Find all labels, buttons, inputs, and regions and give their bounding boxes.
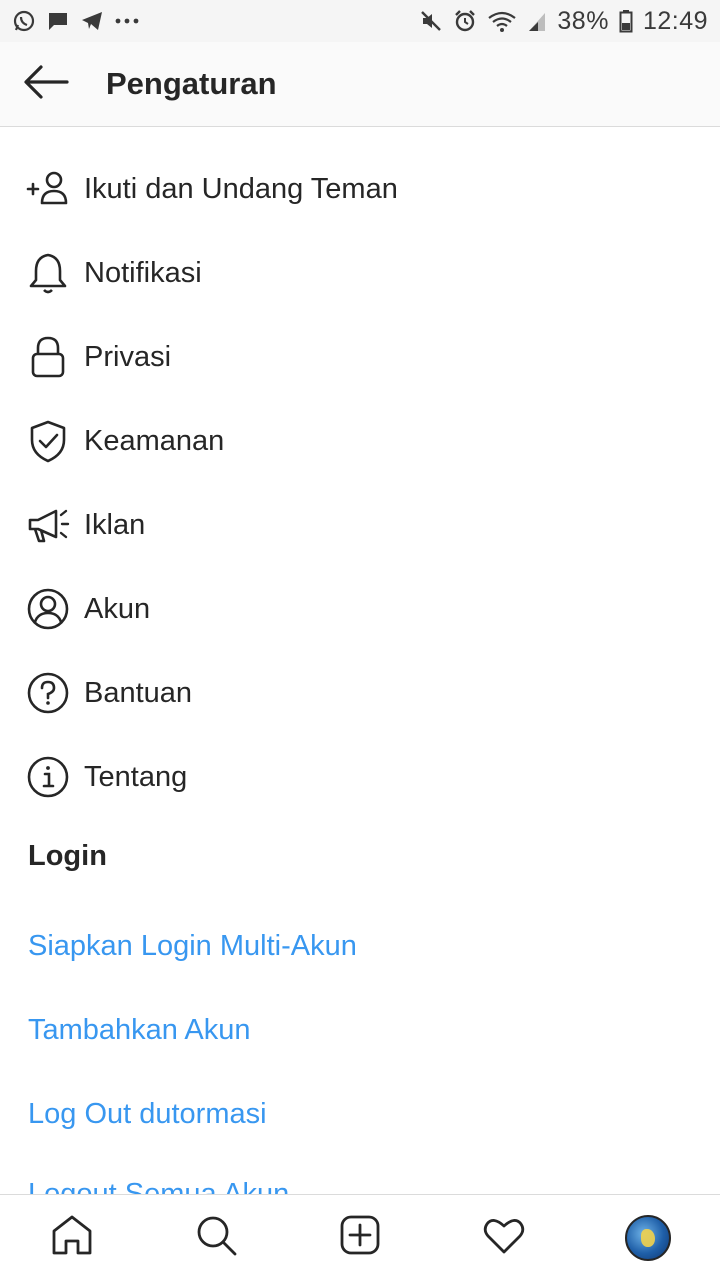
menu-item-notifications[interactable]: Notifikasi: [0, 231, 720, 315]
avatar: [625, 1214, 671, 1261]
help-circle-icon: [26, 671, 70, 715]
shield-check-icon: [26, 419, 70, 463]
menu-item-about[interactable]: Tentang: [0, 735, 720, 819]
status-left: [12, 9, 140, 33]
home-icon: [50, 1213, 94, 1262]
bell-icon: [26, 251, 70, 295]
signal-icon: [527, 9, 547, 33]
megaphone-icon: [26, 503, 70, 547]
whatsapp-icon: [12, 9, 36, 33]
logout-all-accounts-link[interactable]: Logout Semua Akun: [0, 1170, 720, 1195]
menu-item-label: Notifikasi: [84, 256, 202, 289]
account-circle-icon: [26, 587, 70, 631]
menu-item-label: Ikuti dan Undang Teman: [84, 172, 398, 205]
search-icon: [194, 1213, 238, 1262]
lock-icon: [26, 335, 70, 379]
menu-item-follow-invite[interactable]: Ikuti dan Undang Teman: [0, 147, 720, 231]
nav-profile-button[interactable]: [608, 1198, 688, 1278]
add-person-icon: [26, 167, 70, 211]
clock: 12:49: [642, 6, 708, 35]
battery-icon: [619, 9, 633, 33]
logout-current-account-link[interactable]: Log Out dutormasi: [0, 1072, 720, 1156]
menu-item-label: Akun: [84, 592, 151, 625]
menu-item-label: Bantuan: [84, 676, 193, 709]
nav-home-button[interactable]: [32, 1198, 112, 1278]
menu-item-label: Keamanan: [84, 424, 225, 457]
menu-item-ads[interactable]: Iklan: [0, 483, 720, 567]
setup-multi-account-login-link[interactable]: Siapkan Login Multi-Akun: [0, 904, 720, 988]
nav-activity-button[interactable]: [464, 1198, 544, 1278]
partial-item-clip: Logout Semua Akun: [0, 1170, 720, 1195]
login-section-title: Login: [28, 840, 107, 872]
mute-icon: [419, 9, 443, 33]
add-post-icon: [338, 1213, 382, 1262]
menu-item-privacy[interactable]: Privasi: [0, 315, 720, 399]
app-header: Pengaturan: [0, 42, 720, 127]
menu-item-label: Privasi: [84, 340, 172, 373]
battery-percent: 38%: [557, 6, 609, 35]
info-circle-icon: [26, 755, 70, 799]
more-notifications-icon: [114, 9, 140, 33]
menu-item-account[interactable]: Akun: [0, 567, 720, 651]
bottom-nav: [0, 1194, 720, 1280]
wifi-icon: [487, 9, 517, 33]
telegram-icon: [80, 9, 104, 33]
settings-menu: Ikuti dan Undang Teman Notifikasi Privas…: [0, 147, 720, 819]
menu-item-security[interactable]: Keamanan: [0, 399, 720, 483]
login-options: Siapkan Login Multi-Akun Tambahkan Akun …: [0, 904, 720, 1156]
menu-item-label: Iklan: [84, 508, 146, 541]
nav-new-post-button[interactable]: [320, 1198, 400, 1278]
alarm-icon: [453, 9, 477, 33]
add-account-link[interactable]: Tambahkan Akun: [0, 988, 720, 1072]
status-right: 38% 12:49: [419, 7, 708, 36]
page-title: Pengaturan: [106, 66, 277, 101]
heart-icon: [482, 1213, 526, 1262]
nav-search-button[interactable]: [176, 1198, 256, 1278]
status-bar: 38% 12:49: [0, 0, 720, 42]
back-arrow-icon: [23, 64, 69, 105]
message-icon: [46, 9, 70, 33]
menu-item-label: Tentang: [84, 760, 188, 793]
back-button[interactable]: [0, 42, 92, 127]
menu-item-help[interactable]: Bantuan: [0, 651, 720, 735]
